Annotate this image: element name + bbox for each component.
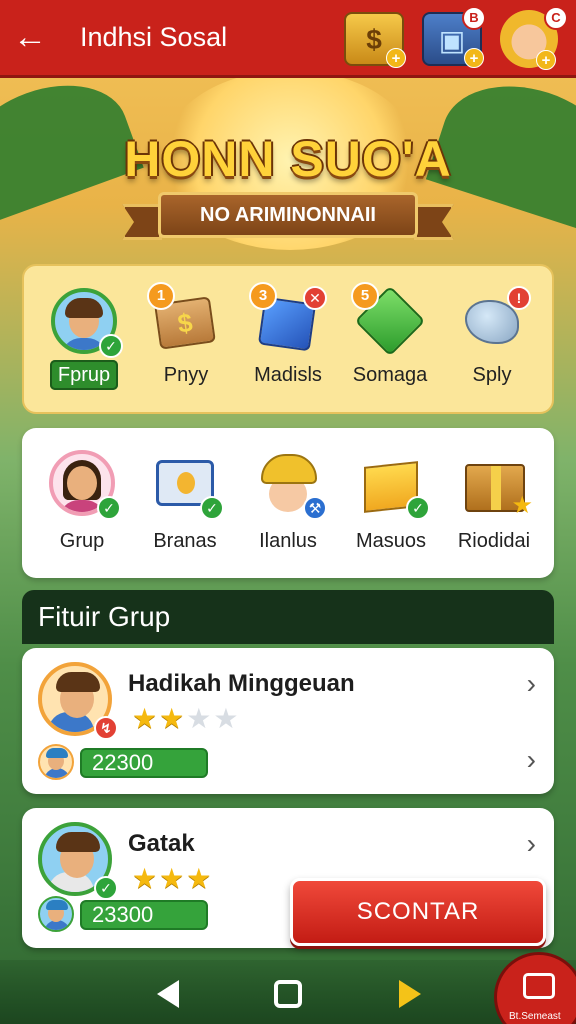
star-icon: ★	[511, 492, 533, 519]
bottom-navigation	[0, 960, 576, 1024]
yellow-box-icon: ✓	[358, 450, 430, 520]
chevron-right-icon[interactable]: ›	[527, 668, 536, 700]
gift-box-icon: ★	[461, 450, 533, 519]
category-label: Sply	[472, 364, 512, 386]
game-logo: HONN SUO'A NO ARIMINONNAII	[110, 100, 466, 250]
screenshot-label: Bt.Semeast	[509, 1011, 561, 1022]
category-label: Grup	[59, 530, 105, 552]
tool-badge-icon: ⚒	[303, 496, 327, 520]
rock-icon: !	[459, 286, 531, 354]
camera-icon	[523, 973, 555, 999]
count-badge: 1	[147, 282, 175, 310]
star-icon: ★	[159, 703, 187, 734]
category-somaga[interactable]: 5 Somaga	[340, 266, 440, 412]
coin-bag-icon[interactable]: $ +	[344, 12, 406, 68]
tv-shop-icon[interactable]: ▣ B +	[422, 6, 486, 68]
category-ilanlus[interactable]: ⚒ Ilanlus	[238, 428, 338, 578]
check-icon: ✓	[97, 496, 121, 520]
count-badge: 5	[351, 282, 379, 310]
alert-badge-icon: !	[507, 286, 531, 310]
top-bar: ← Indhsi Sosal $ + ▣ B + C +	[0, 0, 576, 78]
category-madisls[interactable]: 3 ✕ Madisls	[238, 266, 338, 412]
plus-icon: +	[464, 48, 484, 68]
group-name: Gatak	[128, 830, 195, 857]
star-icon: ★	[132, 703, 160, 734]
chevron-right-icon[interactable]: ›	[527, 828, 536, 860]
check-icon: ✓	[99, 334, 123, 358]
plus-icon: +	[386, 48, 406, 68]
category-pnyy[interactable]: $ 1 Pnyy	[136, 266, 236, 412]
check-icon: ✓	[406, 496, 430, 520]
close-badge-icon: ✕	[303, 286, 327, 310]
logo-title: HONN SUO'A	[124, 131, 452, 187]
category-fprup[interactable]: ✓ Fprup	[34, 266, 134, 412]
ribbon-right	[414, 204, 454, 240]
category-label: Somaga	[352, 364, 428, 386]
check-icon: ✓	[200, 496, 224, 520]
nav-home-icon[interactable]	[270, 976, 306, 1012]
category-label: Branas	[153, 530, 217, 552]
group-card[interactable]: ↯ Hadikah Minggeuan ★★★★ › 22300 ›	[22, 648, 554, 794]
category-panel-top: ✓ Fprup $ 1 Pnyy 3 ✕ Madisls 5 Somaga ! …	[22, 264, 554, 414]
badge-c: C	[544, 6, 568, 30]
category-grup[interactable]: ✓ Grup	[32, 428, 132, 578]
section-title: Fituir Grup	[22, 590, 554, 644]
star-icon: ★	[132, 863, 160, 894]
score-badge: 23300	[80, 900, 208, 930]
category-masuos[interactable]: ✓ Masuos	[341, 428, 441, 578]
avatar	[38, 896, 74, 932]
star-rating: ★★★	[132, 862, 213, 895]
star-icon: ★	[186, 863, 214, 894]
category-panel-bottom: ✓ Grup ✓ Branas ⚒ Ilanlus ✓ Masuos ★ Rio…	[22, 428, 554, 578]
logo-subtitle: NO ARIMINONNAII	[200, 204, 376, 226]
back-arrow-icon[interactable]: ←	[0, 0, 60, 77]
category-label: Masuos	[355, 530, 427, 552]
logo-ribbon: NO ARIMINONNAII	[158, 192, 418, 238]
category-label: Pnyy	[163, 364, 209, 386]
page-title: Indhsi Sosal	[80, 22, 228, 52]
group-name: Hadikah Minggeuan	[128, 670, 355, 697]
count-badge: 3	[249, 282, 277, 310]
chevron-right-icon[interactable]: ›	[527, 744, 536, 776]
ribbon-left	[122, 204, 162, 240]
category-sply[interactable]: ! Sply	[442, 266, 542, 412]
green-gem-icon: 5	[351, 282, 426, 357]
category-label: Ilanlus	[259, 530, 317, 552]
category-label: Madisls	[254, 364, 322, 386]
flash-badge-icon: ↯	[94, 716, 118, 740]
star-rating: ★★★★	[132, 702, 240, 735]
category-riodidai[interactable]: ★ Riodidai	[444, 428, 544, 578]
scontar-button[interactable]: SCONTAR	[290, 878, 546, 946]
nav-back-icon[interactable]	[150, 976, 186, 1012]
category-branas[interactable]: ✓ Branas	[135, 428, 235, 578]
avatar	[38, 744, 74, 780]
blue-cube-icon: 3 ✕	[249, 282, 327, 354]
category-label: Riodidai	[457, 530, 531, 552]
star-icon: ★	[186, 703, 214, 734]
star-icon: ★	[213, 703, 241, 734]
category-label: Fprup	[49, 360, 119, 390]
plus-icon: +	[536, 50, 556, 70]
money-bag-icon: $ 1	[147, 282, 219, 354]
score-badge: 22300	[80, 748, 208, 778]
check-icon: ✓	[94, 876, 118, 900]
screen-icon: ✓	[152, 450, 224, 520]
nav-forward-icon[interactable]	[392, 976, 428, 1012]
badge-b: B	[462, 6, 486, 30]
hat-avatar-icon: ⚒	[255, 450, 327, 520]
worker-avatar-icon[interactable]: C +	[500, 6, 568, 70]
star-icon: ★	[159, 863, 187, 894]
